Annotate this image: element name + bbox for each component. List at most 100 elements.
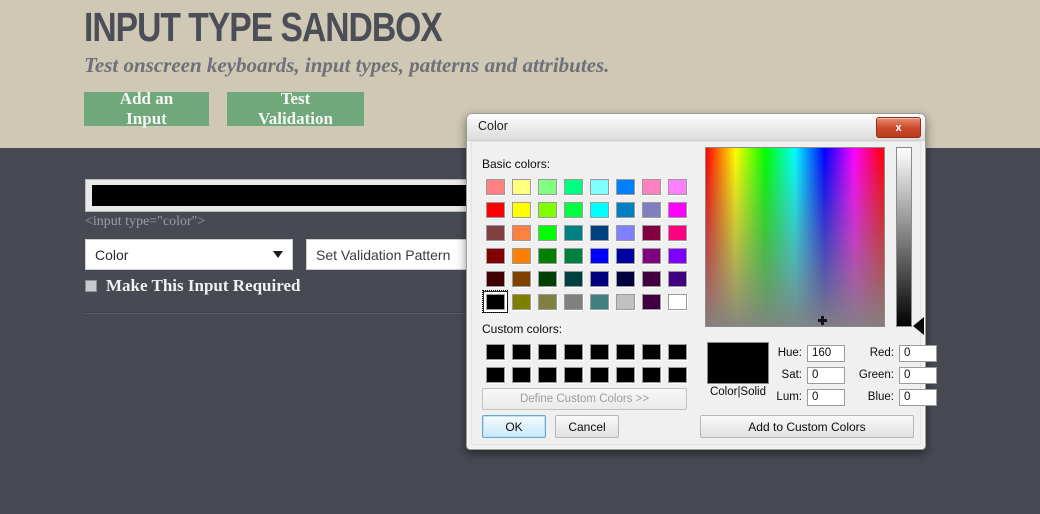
- basic-color-23[interactable]: [664, 221, 690, 244]
- basic-color-44[interactable]: [586, 290, 612, 313]
- basic-color-1[interactable]: [508, 175, 534, 198]
- custom-color-8[interactable]: [482, 363, 508, 386]
- basic-color-20[interactable]: [586, 221, 612, 244]
- basic-color-swatch: [537, 247, 557, 264]
- basic-color-4[interactable]: [586, 175, 612, 198]
- basic-color-43[interactable]: [560, 290, 586, 313]
- custom-color-13[interactable]: [612, 363, 638, 386]
- dialog-titlebar[interactable]: Color x: [467, 114, 925, 141]
- basic-color-18[interactable]: [534, 221, 560, 244]
- basic-color-38[interactable]: [638, 267, 664, 290]
- basic-color-0[interactable]: [482, 175, 508, 198]
- color-spectrum[interactable]: [705, 147, 885, 327]
- custom-colors-grid[interactable]: [482, 340, 690, 386]
- basic-color-2[interactable]: [534, 175, 560, 198]
- basic-color-29[interactable]: [612, 244, 638, 267]
- basic-color-34[interactable]: [534, 267, 560, 290]
- basic-color-21[interactable]: [612, 221, 638, 244]
- basic-color-14[interactable]: [638, 198, 664, 221]
- basic-color-swatch: [563, 178, 583, 195]
- luminance-slider[interactable]: [896, 147, 912, 327]
- define-custom-colors-button[interactable]: Define Custom Colors >>: [482, 388, 687, 410]
- basic-color-28[interactable]: [586, 244, 612, 267]
- custom-color-0[interactable]: [482, 340, 508, 363]
- basic-color-36[interactable]: [586, 267, 612, 290]
- custom-color-6[interactable]: [638, 340, 664, 363]
- basic-color-33[interactable]: [508, 267, 534, 290]
- color-picker-dialog: Color x Basic colors: Custom colors: Def…: [466, 113, 937, 450]
- test-validation-button[interactable]: Test Validation: [227, 89, 364, 128]
- basic-color-swatch: [589, 293, 609, 310]
- basic-color-19[interactable]: [560, 221, 586, 244]
- ok-button[interactable]: OK: [482, 415, 546, 438]
- basic-colors-grid[interactable]: [482, 175, 690, 313]
- green-input[interactable]: 0: [899, 366, 937, 384]
- basic-color-41[interactable]: [508, 290, 534, 313]
- sat-input[interactable]: 0: [807, 366, 845, 384]
- add-to-custom-colors-button[interactable]: Add to Custom Colors: [700, 415, 914, 438]
- custom-color-swatch: [615, 366, 635, 383]
- basic-color-swatch: [485, 270, 505, 287]
- basic-color-17[interactable]: [508, 221, 534, 244]
- basic-color-25[interactable]: [508, 244, 534, 267]
- basic-color-swatch: [511, 201, 531, 218]
- input-type-select[interactable]: Color: [85, 239, 293, 270]
- basic-color-39[interactable]: [664, 267, 690, 290]
- custom-color-7[interactable]: [664, 340, 690, 363]
- basic-color-5[interactable]: [612, 175, 638, 198]
- custom-color-3[interactable]: [560, 340, 586, 363]
- basic-color-6[interactable]: [638, 175, 664, 198]
- basic-color-30[interactable]: [638, 244, 664, 267]
- basic-color-15[interactable]: [664, 198, 690, 221]
- custom-color-14[interactable]: [638, 363, 664, 386]
- basic-color-26[interactable]: [534, 244, 560, 267]
- spectrum-saturation-layer: [706, 148, 884, 326]
- custom-color-10[interactable]: [534, 363, 560, 386]
- close-icon[interactable]: x: [876, 117, 921, 138]
- basic-color-37[interactable]: [612, 267, 638, 290]
- basic-color-40[interactable]: [482, 290, 508, 313]
- basic-color-swatch: [615, 247, 635, 264]
- basic-color-10[interactable]: [534, 198, 560, 221]
- custom-color-swatch: [641, 366, 661, 383]
- custom-color-15[interactable]: [664, 363, 690, 386]
- blue-input[interactable]: 0: [899, 388, 937, 406]
- custom-color-4[interactable]: [586, 340, 612, 363]
- basic-color-45[interactable]: [612, 290, 638, 313]
- basic-color-27[interactable]: [560, 244, 586, 267]
- green-field-row: Green: 0: [850, 366, 937, 384]
- basic-color-47[interactable]: [664, 290, 690, 313]
- cancel-button[interactable]: Cancel: [555, 415, 619, 438]
- basic-color-35[interactable]: [560, 267, 586, 290]
- basic-color-24[interactable]: [482, 244, 508, 267]
- basic-color-46[interactable]: [638, 290, 664, 313]
- add-input-button[interactable]: Add an Input: [84, 89, 209, 128]
- basic-color-22[interactable]: [638, 221, 664, 244]
- basic-color-swatch: [485, 201, 505, 218]
- basic-color-31[interactable]: [664, 244, 690, 267]
- basic-color-11[interactable]: [560, 198, 586, 221]
- basic-color-13[interactable]: [612, 198, 638, 221]
- basic-color-42[interactable]: [534, 290, 560, 313]
- basic-color-32[interactable]: [482, 267, 508, 290]
- basic-color-7[interactable]: [664, 175, 690, 198]
- custom-color-5[interactable]: [612, 340, 638, 363]
- basic-color-12[interactable]: [586, 198, 612, 221]
- custom-color-12[interactable]: [586, 363, 612, 386]
- custom-color-2[interactable]: [534, 340, 560, 363]
- basic-color-3[interactable]: [560, 175, 586, 198]
- custom-color-9[interactable]: [508, 363, 534, 386]
- make-required-checkbox[interactable]: [85, 280, 97, 292]
- red-input[interactable]: 0: [899, 344, 937, 362]
- spectrum-cursor[interactable]: [818, 316, 827, 325]
- custom-color-1[interactable]: [508, 340, 534, 363]
- hue-input[interactable]: 160: [807, 344, 845, 362]
- basic-color-16[interactable]: [482, 221, 508, 244]
- custom-color-11[interactable]: [560, 363, 586, 386]
- make-required-label: Make This Input Required: [106, 276, 301, 295]
- luminance-slider-thumb[interactable]: [913, 317, 924, 335]
- lum-input[interactable]: 0: [807, 388, 845, 406]
- basic-color-8[interactable]: [482, 198, 508, 221]
- basic-color-9[interactable]: [508, 198, 534, 221]
- custom-colors-label: Custom colors:: [482, 322, 563, 336]
